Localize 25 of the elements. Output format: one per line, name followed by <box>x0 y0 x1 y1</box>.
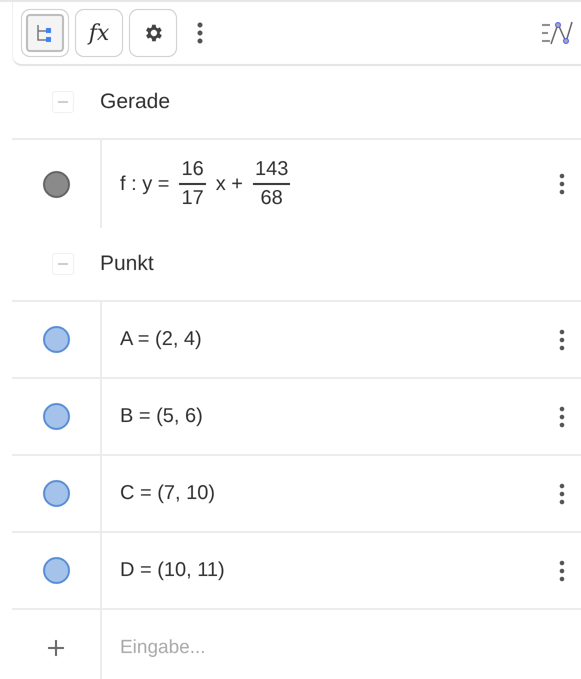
algebra-expression[interactable]: A = (2, 4) <box>102 328 559 351</box>
visibility-marble[interactable] <box>42 557 70 584</box>
visibility-marble[interactable] <box>42 403 70 430</box>
visibility-marble[interactable] <box>42 480 70 507</box>
graphics-view-icon[interactable] <box>541 20 573 46</box>
group-title: Gerade <box>100 90 170 114</box>
more-icon[interactable] <box>559 482 565 504</box>
algebra-expression[interactable]: C = (7, 10) <box>102 482 559 505</box>
algebra-description-button[interactable] <box>21 9 69 57</box>
more-icon[interactable] <box>559 328 565 350</box>
settings-button[interactable] <box>129 9 177 57</box>
plus-icon[interactable] <box>46 638 66 658</box>
more-icon[interactable] <box>559 173 565 195</box>
function-button[interactable]: fx <box>75 9 123 57</box>
more-icon[interactable] <box>559 560 565 582</box>
collapse-toggle[interactable] <box>52 91 74 113</box>
collapse-toggle[interactable] <box>52 253 74 275</box>
visibility-marble[interactable] <box>42 326 70 353</box>
group-title: Punkt <box>100 252 154 276</box>
input-field[interactable]: Eingabe... <box>102 610 581 679</box>
visibility-marble[interactable] <box>42 170 70 198</box>
more-icon[interactable] <box>197 22 203 44</box>
more-icon[interactable] <box>559 406 565 428</box>
algebra-expression[interactable]: D = (10, 11) <box>102 559 559 582</box>
algebra-expression[interactable]: B = (5, 6) <box>102 405 559 428</box>
